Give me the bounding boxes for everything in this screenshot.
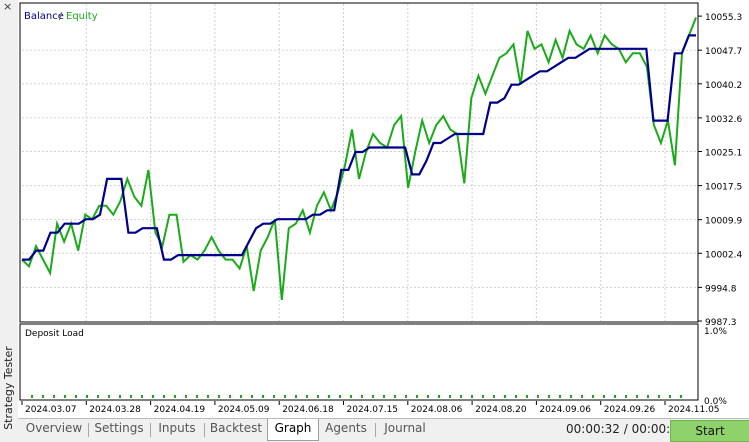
tab-graph[interactable]: Graph [267,419,319,441]
start-button[interactable]: Start [670,420,749,442]
deposit-load-title: Deposit Load [25,329,84,339]
tab-divider [88,423,89,437]
tab-divider [375,423,376,437]
y-tick-label: 10017.5 [705,183,742,193]
x-tick-label: 2024.07.15 [347,405,399,415]
x-tick-label: 2024.04.19 [154,405,206,415]
x-tick-label: 2024.11.05 [668,405,720,415]
x-tick-label: 2024.03.28 [89,405,141,415]
y-tick-label: 10032.6 [705,115,742,125]
y-tick-label: 10040.2 [705,81,742,91]
tab-divider [204,423,205,437]
graph-panel: 10055.3 10047.7 10040.2 10032.6 10025.1 10017… [18,0,749,418]
y-tick-label: 9994.8 [705,284,737,294]
tab-agents[interactable]: Agents [319,419,373,439]
x-tick-label: 2024.03.07 [25,405,77,415]
balance-equity-chart: 10055.3 10047.7 10040.2 10032.6 10025.1 10017… [19,2,742,415]
y-tick-label: 10002.4 [705,250,742,260]
deposit-load-frame [19,323,699,401]
x-tick-label: 2024.05.09 [218,405,270,415]
x-tick-label: 2024.09.26 [604,405,656,415]
y-tick-label: 10025.1 [705,149,742,159]
elapsed-timer: 00:00:32 / 00:00:32 [566,422,686,436]
legend-balance: Balance [24,11,64,22]
tab-backtest[interactable]: Backtest [206,419,266,439]
sidebar-title: Strategy Tester [2,346,15,430]
x-tick-label: 2024.06.18 [282,405,334,415]
tester-tabbar: Overview Settings Inputs Backtest Graph … [18,418,749,442]
strategy-tester-sidebar: × Strategy Tester [0,0,19,441]
tab-divider [150,423,151,437]
tab-inputs[interactable]: Inputs [152,419,202,439]
y-tick-label: 10055.3 [705,13,742,23]
tab-settings[interactable]: Settings [90,419,148,439]
tab-overview[interactable]: Overview [22,419,86,439]
x-tick-label: 2024.08.20 [475,405,527,415]
close-icon[interactable]: × [3,1,12,13]
y-tick-label: 10009.9 [705,217,742,227]
y-tick-label: 10047.7 [705,47,742,57]
legend-equity: Equity [66,11,98,22]
deposit-load-max: 1.0% [704,327,727,337]
x-tick-label: 2024.09.06 [539,405,591,415]
x-tick-label: 2024.08.06 [411,405,463,415]
tab-journal[interactable]: Journal [377,419,433,439]
